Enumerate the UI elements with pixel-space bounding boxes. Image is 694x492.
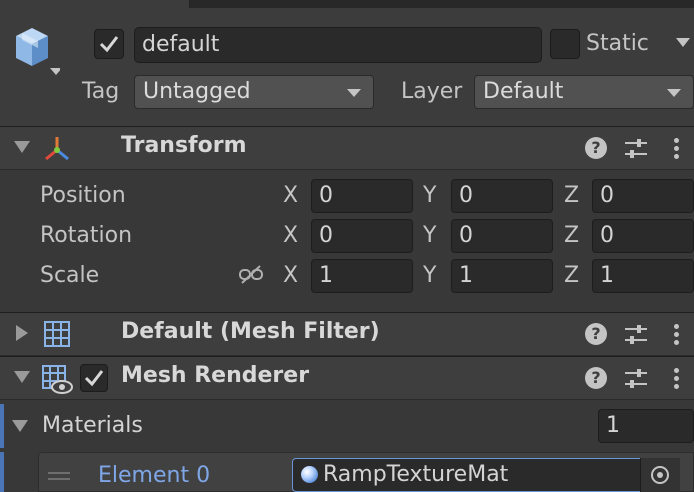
scale-label: Scale bbox=[40, 263, 100, 288]
drag-handle-icon[interactable] bbox=[48, 472, 70, 474]
materials-modified-bar bbox=[0, 404, 4, 448]
component-title: Mesh Renderer bbox=[121, 363, 310, 388]
presets-sliders-icon[interactable] bbox=[624, 324, 648, 346]
axis-x-label[interactable]: X bbox=[283, 183, 298, 208]
axis-z-label[interactable]: Z bbox=[564, 183, 579, 208]
layer-label: Layer bbox=[401, 79, 463, 104]
chevron-down-icon bbox=[347, 89, 361, 97]
position-label: Position bbox=[40, 183, 126, 208]
static-label: Static bbox=[586, 31, 649, 56]
scale-x-field[interactable]: 1 bbox=[311, 259, 413, 293]
checkmark-icon bbox=[84, 370, 104, 387]
chevron-down-icon bbox=[667, 89, 681, 97]
element-0-label: Element 0 bbox=[98, 463, 211, 488]
static-checkbox[interactable] bbox=[550, 29, 580, 59]
layer-value: Default bbox=[483, 79, 564, 104]
axis-y-label[interactable]: Y bbox=[423, 183, 436, 208]
drag-handle-icon[interactable] bbox=[48, 478, 70, 480]
layer-dropdown[interactable]: Default bbox=[474, 75, 694, 109]
position-z-field[interactable]: 0 bbox=[592, 179, 694, 213]
position-y-field[interactable]: 0 bbox=[451, 179, 553, 213]
tag-value: Untagged bbox=[143, 79, 251, 104]
help-icon[interactable]: ? bbox=[585, 367, 607, 389]
tab-inspector[interactable] bbox=[0, 0, 190, 8]
materials-count-field[interactable]: 1 bbox=[598, 409, 694, 443]
presets-sliders-icon[interactable] bbox=[624, 138, 648, 160]
checkmark-icon bbox=[99, 36, 119, 53]
help-icon[interactable]: ? bbox=[585, 137, 607, 159]
axis-y-label[interactable]: Y bbox=[423, 263, 436, 288]
element-modified-bar bbox=[0, 452, 4, 492]
mesh-renderer-icon bbox=[42, 365, 73, 394]
mesh-renderer-component-header[interactable]: Mesh Renderer ? bbox=[0, 356, 694, 400]
axis-x-label[interactable]: X bbox=[283, 223, 298, 248]
scale-y-field[interactable]: 1 bbox=[451, 259, 553, 293]
static-dropdown-arrow-icon[interactable] bbox=[676, 38, 690, 47]
mesh-filter-grid-icon bbox=[44, 321, 70, 347]
help-icon[interactable]: ? bbox=[585, 323, 607, 345]
axis-z-label[interactable]: Z bbox=[564, 263, 579, 288]
object-picker-icon bbox=[651, 466, 669, 484]
materials-label: Materials bbox=[42, 413, 143, 438]
position-x-field[interactable]: 0 bbox=[311, 179, 413, 213]
rotation-z-field[interactable]: 0 bbox=[592, 219, 694, 253]
presets-sliders-icon[interactable] bbox=[624, 368, 648, 390]
more-options-icon[interactable] bbox=[673, 368, 679, 390]
rotation-x-field[interactable]: 0 bbox=[311, 219, 413, 253]
axis-z-label[interactable]: Z bbox=[564, 223, 579, 248]
tag-dropdown[interactable]: Untagged bbox=[134, 75, 374, 109]
gameobject-cube-icon[interactable] bbox=[12, 26, 62, 80]
active-checkbox[interactable] bbox=[94, 29, 124, 59]
transform-axes-icon bbox=[45, 137, 69, 161]
foldout-collapsed-icon[interactable] bbox=[16, 325, 28, 341]
inspector-tab-strip bbox=[0, 0, 694, 8]
component-title: Transform bbox=[121, 133, 247, 158]
foldout-expanded-icon[interactable] bbox=[12, 420, 28, 432]
material-value: RampTextureMat bbox=[323, 462, 509, 487]
object-picker-button[interactable] bbox=[640, 458, 680, 492]
axis-x-label[interactable]: X bbox=[283, 263, 298, 288]
mesh-filter-component-header[interactable]: Default (Mesh Filter) ? bbox=[0, 312, 694, 356]
more-options-icon[interactable] bbox=[673, 138, 679, 160]
mesh-renderer-enabled-checkbox[interactable] bbox=[80, 364, 108, 392]
gameobject-name-field[interactable]: default bbox=[134, 27, 542, 63]
transform-component-header[interactable]: Transform ? bbox=[0, 126, 694, 170]
more-options-icon[interactable] bbox=[673, 324, 679, 346]
rotation-label: Rotation bbox=[40, 223, 133, 248]
material-sphere-icon bbox=[301, 466, 318, 483]
axis-y-label[interactable]: Y bbox=[423, 223, 436, 248]
foldout-expanded-icon[interactable] bbox=[14, 141, 30, 153]
material-object-field[interactable]: RampTextureMat bbox=[292, 458, 680, 492]
component-title: Default (Mesh Filter) bbox=[121, 319, 380, 344]
tag-label: Tag bbox=[82, 79, 120, 104]
rotation-y-field[interactable]: 0 bbox=[451, 219, 553, 253]
scale-z-field[interactable]: 1 bbox=[592, 259, 694, 293]
constrain-proportions-unlinked-icon[interactable] bbox=[238, 264, 264, 286]
foldout-expanded-icon[interactable] bbox=[14, 371, 30, 383]
